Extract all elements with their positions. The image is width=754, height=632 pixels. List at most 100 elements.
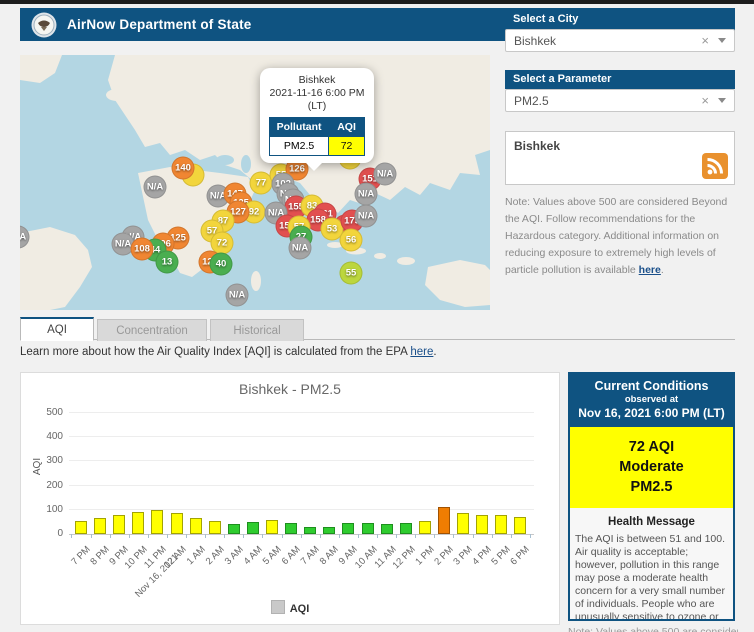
conditions-aqi-box: 72 AQI Moderate PM2.5 [570,427,733,508]
popup-table: Pollutant AQI PM2.5 72 [269,117,365,156]
map-marker[interactable]: N/A [355,183,378,206]
world-aqi-map[interactable]: 65140N/AN/A14712592127875772N/AN/A125106… [20,55,490,310]
tab-concentration[interactable]: Concentration [97,319,207,341]
chart-bar [323,527,335,534]
y-axis-tick-label: 300 [29,455,63,466]
conditions-observed: observed at [572,394,731,406]
x-axis-tick [262,534,263,538]
chart-legend[interactable]: AQI [21,600,559,615]
chart-bar [438,507,450,534]
chart-bar [304,527,316,534]
tab-historical[interactable]: Historical [210,319,304,341]
x-axis-tick [91,534,92,538]
chart-bar [75,521,87,534]
x-axis-tick [492,534,493,538]
x-axis-tick [186,534,187,538]
popup-col-pollutant: Pollutant [270,118,329,137]
learn-more-text: Learn more about how the Air Quality Ind… [20,346,437,358]
y-axis-tick-label: 200 [29,480,63,491]
chart-bar [247,522,259,534]
chart-bar [476,515,488,534]
gridline [69,460,534,461]
conditions-category: Moderate [570,457,733,477]
parameter-select-value: PM2.5 [514,94,549,108]
gridline [69,412,534,413]
map-marker[interactable]: N/A [289,237,312,260]
browser-top-strip [0,0,754,4]
health-message-body: The AQI is between 51 and 100. Air quali… [570,533,733,621]
map-marker[interactable]: 140 [172,157,195,180]
aqi-bar-chart: Bishkek - PM2.5 AQI 01002003004005007 PM… [20,372,560,625]
chart-bar [209,521,221,534]
conditions-aqi-value: 72 AQI [570,437,733,457]
map-marker[interactable]: N/A [144,176,167,199]
popup-lt: (LT) [264,100,370,113]
y-axis-tick-label: 0 [29,528,63,539]
sidebar-note-text: Note: Values above 500 are considered Be… [505,196,727,276]
popup-col-aqi: AQI [329,118,365,137]
city-clear-icon[interactable]: × [701,34,709,47]
conditions-datetime: Nov 16, 2021 6:00 PM (LT) [572,406,731,421]
gridline [69,485,534,486]
current-conditions-panel: Current Conditions observed at Nov 16, 2… [568,372,735,621]
state-department-seal-icon [31,12,57,38]
map-marker[interactable]: N/A [374,163,397,186]
map-marker[interactable]: 108 [131,238,154,261]
x-axis-tick [110,534,111,538]
map-marker[interactable]: 56 [340,229,363,252]
chart-bar [266,520,278,534]
conditions-footer-note: Note: Values above 500 are considered Be… [568,626,738,632]
sidebar-note-link[interactable]: here [639,264,661,276]
x-axis-tick [148,534,149,538]
y-axis-tick-label: 400 [29,431,63,442]
conditions-title: Current Conditions [572,379,731,394]
map-marker[interactable]: N/A [355,205,378,228]
x-axis-tick [358,534,359,538]
parameter-clear-icon[interactable]: × [701,94,709,107]
chart-bar [190,518,202,534]
rss-icon[interactable] [702,153,728,179]
x-axis-tick [320,534,321,538]
chart-bar [495,515,507,534]
tab-bar: AQI Concentration Historical [20,317,304,341]
conditions-pollutant: PM2.5 [570,477,733,497]
city-select[interactable]: Bishkek × [505,29,735,52]
map-marker[interactable]: 40 [210,253,233,276]
x-axis-tick [71,534,72,538]
map-marker[interactable]: 13 [156,251,179,274]
x-axis-tick [415,534,416,538]
parameter-select[interactable]: PM2.5 × [505,89,735,112]
health-message-title: Health Message [570,516,733,528]
x-axis-tick [434,534,435,538]
chart-bar [362,523,374,534]
city-select-value: Bishkek [514,34,556,48]
chart-bar [171,513,183,534]
chart-bar [514,517,526,534]
chart-bar [419,521,431,534]
conditions-header: Current Conditions observed at Nov 16, 2… [570,374,733,427]
popup-pollutant-value: PM2.5 [270,137,329,156]
x-axis-tick [396,534,397,538]
gridline [69,509,534,510]
city-dropdown-caret-icon[interactable] [718,38,726,43]
airnow-page: AirNow Department of State 65140N/AN/A14… [0,0,754,632]
select-city-header: Select a City [505,10,735,29]
x-axis-tick [129,534,130,538]
chart-bar [342,523,354,534]
chart-bar [151,510,163,534]
popup-aqi-value: 72 [329,137,365,156]
y-axis-tick-label: 500 [29,407,63,418]
map-marker[interactable]: 55 [340,262,363,285]
x-axis-tick [530,534,531,538]
rss-city-label: Bishkek [506,132,734,153]
tab-aqi[interactable]: AQI [20,317,94,341]
map-marker[interactable]: N/A [226,284,249,307]
x-axis-tick [282,534,283,538]
chart-title: Bishkek - PM2.5 [21,381,559,397]
chart-bar [285,523,297,534]
x-axis-tick [167,534,168,538]
legend-swatch-icon [271,600,285,614]
parameter-dropdown-caret-icon[interactable] [718,98,726,103]
learn-more-link[interactable]: here [410,346,433,358]
chart-bar [381,524,393,534]
